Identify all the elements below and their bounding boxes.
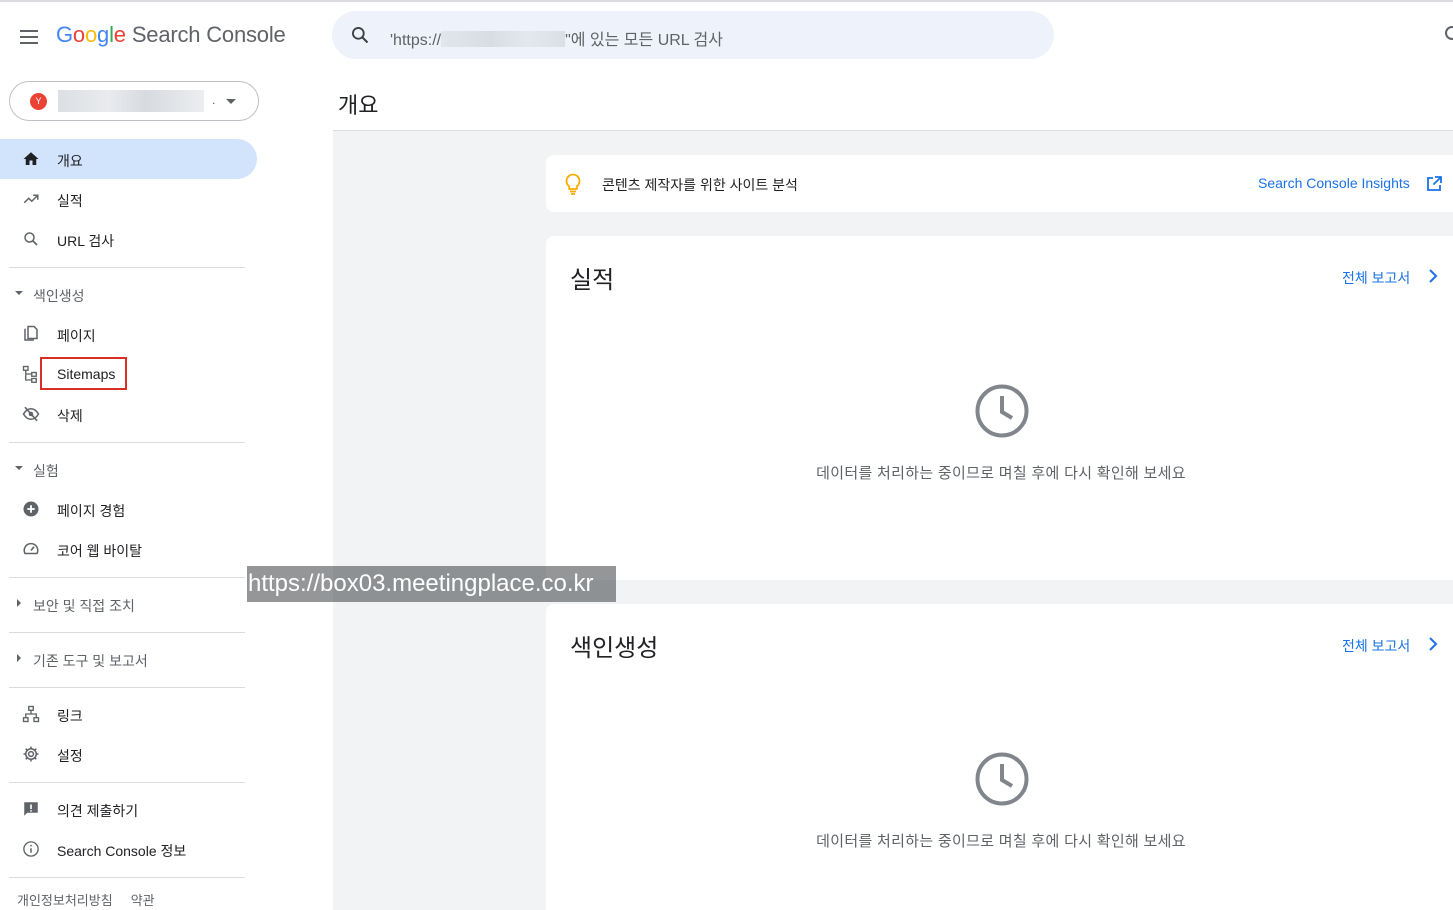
sidebar-footer: 개인정보처리방침 약관 — [17, 890, 155, 909]
sidebar-divider — [9, 782, 245, 783]
dropdown-arrow-icon — [226, 99, 236, 104]
card-title: 색인생성 — [570, 635, 659, 662]
help-icon[interactable] — [1445, 26, 1453, 40]
collapse-arrow-icon — [15, 466, 23, 470]
open-in-new-icon[interactable] — [1426, 176, 1442, 192]
full-report-link[interactable]: 전체 보고서 — [1342, 636, 1410, 656]
section-label: 기존 도구 및 보고서 — [33, 653, 148, 669]
chevron-right-icon[interactable] — [1428, 637, 1438, 651]
sidebar-item-label: URL 검사 — [57, 233, 115, 249]
trending-up-icon — [23, 194, 39, 204]
product-logo[interactable]: Google Search Console — [56, 22, 286, 48]
sidebar-item-label: 실적 — [57, 193, 83, 209]
eye-off-icon — [22, 406, 40, 422]
clock-icon — [975, 752, 1029, 806]
page-title: 개요 — [338, 93, 379, 118]
sidebar-item-pages[interactable]: 페이지 — [0, 314, 257, 354]
watermark: https://box03.meetingplace.co.kr — [247, 566, 616, 602]
sidebar-item-page-experience[interactable]: 페이지 경험 — [0, 489, 257, 529]
add-circle-icon — [23, 501, 39, 517]
collapse-arrow-icon — [15, 291, 23, 295]
insights-link[interactable]: Search Console Insights — [1258, 175, 1410, 191]
sidebar-item-label: 설정 — [57, 748, 83, 764]
search-input[interactable]: 'https://"에 있는 모든 URL 검사 — [390, 26, 723, 50]
lightbulb-icon — [565, 173, 581, 195]
info-icon — [23, 841, 39, 857]
sidebar-divider — [9, 267, 245, 268]
sidebar-item-label: 개요 — [57, 153, 83, 169]
search-icon — [352, 27, 369, 44]
indexing-card: 색인생성 전체 보고서 데이터를 처리하는 중이므로 며칠 후에 다시 확인해 … — [546, 604, 1453, 910]
section-label: 실험 — [33, 463, 59, 479]
processing-message: 데이터를 처리하는 중이므로 며칠 후에 다시 확인해 보세요 — [816, 833, 1186, 850]
sidebar-item-feedback[interactable]: 의견 제출하기 — [0, 789, 257, 829]
sidebar-item-url-inspection[interactable]: URL 검사 — [0, 219, 257, 259]
sitemap-icon — [22, 365, 37, 383]
sidebar-item-about[interactable]: Search Console 정보 — [0, 829, 257, 869]
property-selector[interactable]: Y . — [9, 81, 259, 121]
sidebar-item-label: Search Console 정보 — [57, 843, 187, 859]
privacy-link[interactable]: 개인정보처리방침 — [17, 893, 113, 908]
sidebar-item-label: 페이지 경험 — [57, 503, 126, 519]
section-label: 색인생성 — [33, 288, 85, 304]
insights-banner: 콘텐츠 제작자를 위한 사이트 분석 Search Console Insigh… — [546, 155, 1453, 212]
section-legacy-tools[interactable]: 기존 도구 및 보고서 — [0, 644, 257, 674]
sidebar-item-performance[interactable]: 실적 — [0, 179, 257, 219]
links-icon — [22, 705, 40, 723]
sidebar-divider — [9, 632, 245, 633]
expand-arrow-icon — [17, 654, 21, 662]
terms-link[interactable]: 약관 — [131, 893, 155, 908]
sidebar-item-label: 페이지 — [57, 328, 96, 344]
redacted-url — [441, 31, 566, 47]
sidebar-item-overview[interactable]: 개요 — [0, 139, 257, 179]
card-title: 실적 — [570, 267, 615, 294]
sidebar-item-label: 링크 — [57, 708, 83, 724]
url-inspection-search[interactable]: 'https://"에 있는 모든 URL 검사 — [332, 11, 1054, 59]
expand-arrow-icon — [17, 599, 21, 607]
property-name-redacted — [58, 90, 204, 112]
sidebar-divider — [9, 442, 245, 443]
sidebar-divider — [9, 877, 245, 878]
property-name-suffix: . — [212, 93, 216, 107]
menu-icon[interactable] — [14, 22, 44, 52]
sidebar-divider — [9, 687, 245, 688]
sidebar-item-links[interactable]: 링크 — [0, 694, 257, 734]
sidebar-item-removals[interactable]: 삭제 — [0, 394, 257, 434]
section-security[interactable]: 보안 및 직접 조치 — [0, 589, 257, 619]
sidebar-item-label: 코어 웹 바이탈 — [57, 543, 143, 559]
processing-message: 데이터를 처리하는 중이므로 며칠 후에 다시 확인해 보세요 — [816, 465, 1186, 482]
property-favicon: Y — [30, 93, 47, 110]
sidebar-item-label: 의견 제출하기 — [57, 803, 139, 819]
highlight-box — [40, 357, 127, 390]
full-report-link[interactable]: 전체 보고서 — [1342, 268, 1410, 288]
pages-icon — [24, 325, 38, 341]
speedometer-icon — [23, 542, 39, 555]
sidebar-item-core-web-vitals[interactable]: 코어 웹 바이탈 — [0, 529, 257, 569]
search-icon — [24, 232, 38, 246]
product-name: Search Console — [131, 22, 286, 47]
section-indexing[interactable]: 색인생성 — [0, 279, 257, 309]
settings-gear-icon — [23, 746, 39, 762]
sidebar-item-label: 삭제 — [57, 408, 83, 424]
section-experience[interactable]: 실험 — [0, 454, 257, 484]
chevron-right-icon[interactable] — [1428, 269, 1438, 283]
performance-card: 실적 전체 보고서 데이터를 처리하는 중이므로 며칠 후에 다시 확인해 보세… — [546, 236, 1453, 580]
feedback-icon — [24, 802, 38, 816]
insights-description: 콘텐츠 제작자를 위한 사이트 분석 — [602, 177, 798, 193]
home-icon — [23, 152, 39, 165]
app-header: Google Search Console 'https://"에 있는 모든 U… — [0, 2, 1453, 68]
section-label: 보안 및 직접 조치 — [33, 598, 135, 614]
sidebar-item-sitemaps[interactable]: Sitemaps — [0, 354, 257, 394]
sidebar-divider — [9, 577, 245, 578]
clock-icon — [975, 384, 1029, 438]
sidebar-item-settings[interactable]: 설정 — [0, 734, 257, 774]
